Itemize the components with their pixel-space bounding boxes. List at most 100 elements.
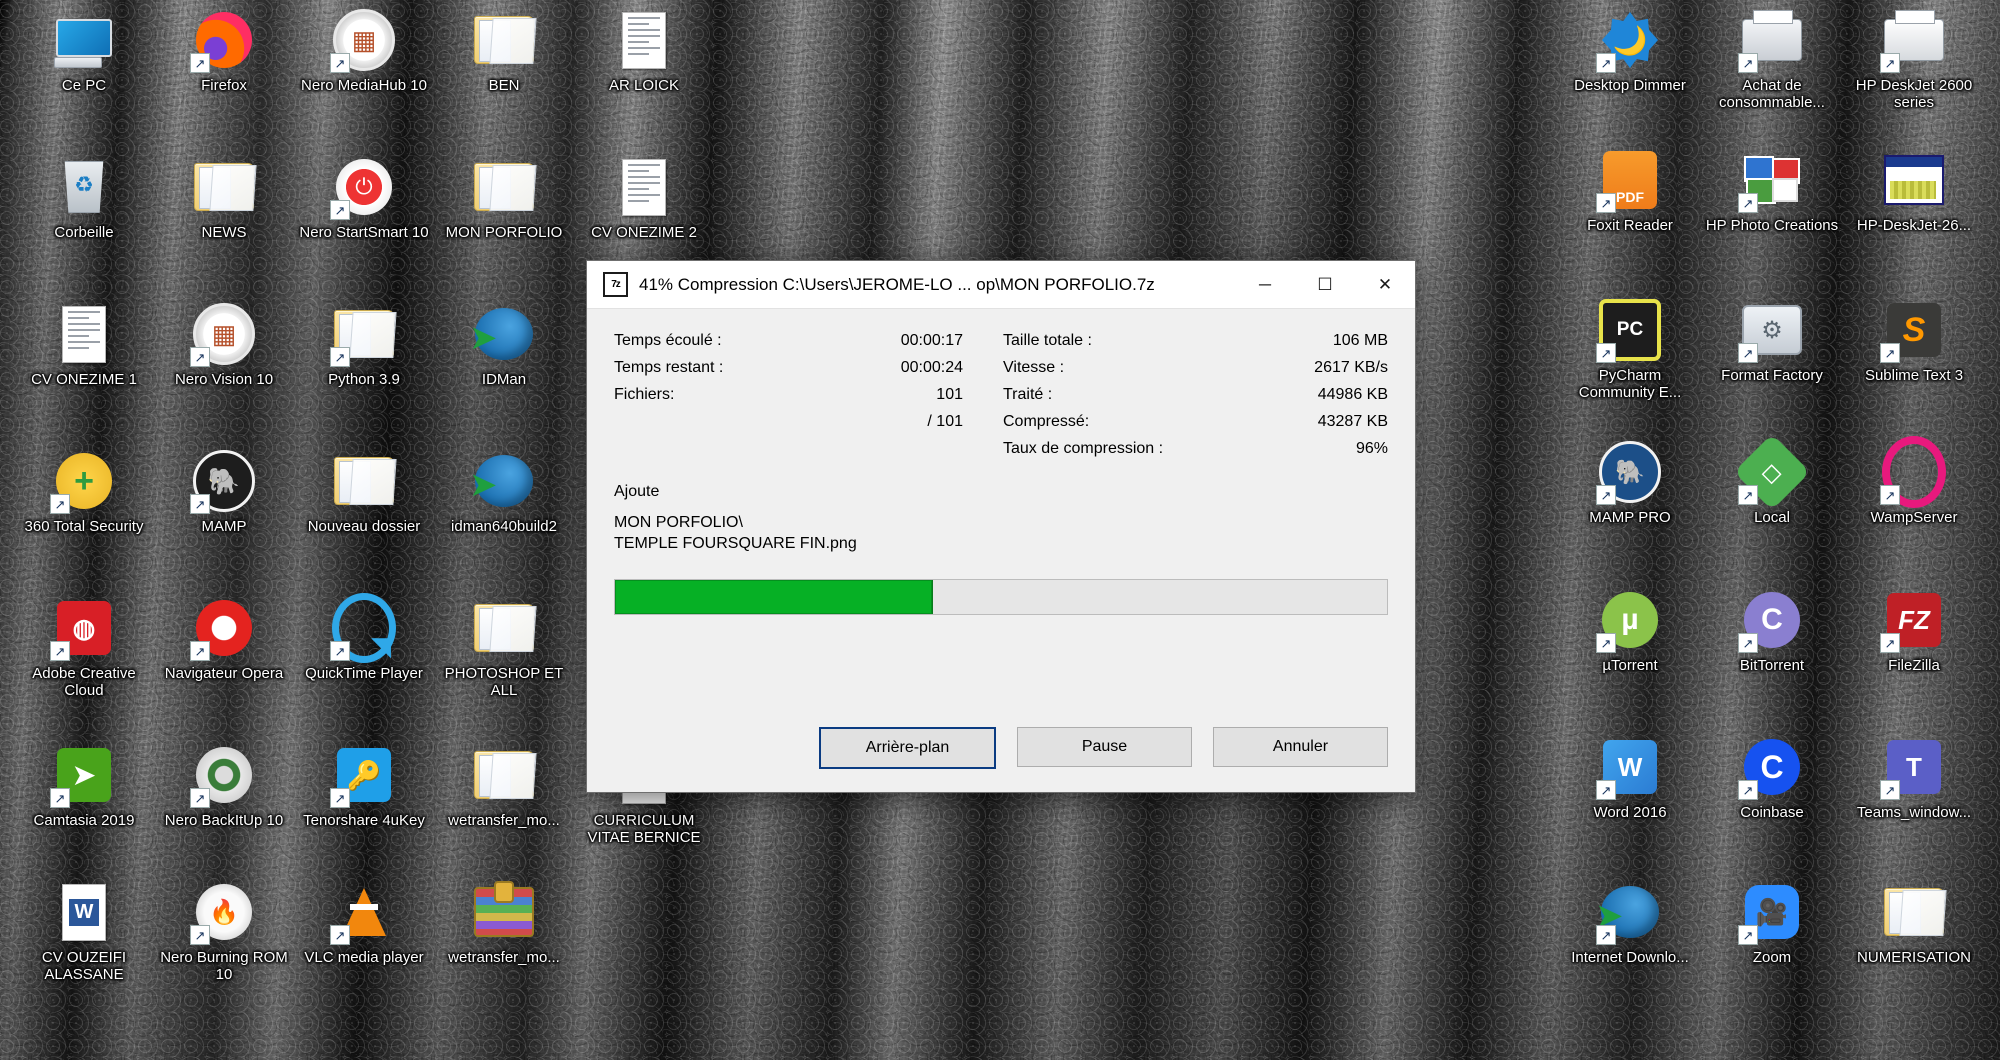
- desktop-icon[interactable]: T ↗ Teams_window...: [1844, 735, 1984, 822]
- sublime-icon: S ↗: [1880, 298, 1946, 363]
- word-doc-icon: W: [52, 880, 116, 944]
- desktop-icon[interactable]: Nouveau dossier: [294, 449, 434, 536]
- cancel-button[interactable]: Annuler: [1213, 727, 1388, 767]
- dialog-titlebar[interactable]: 7z 41% Compression C:\Users\JEROME-LO ..…: [587, 261, 1415, 309]
- desktop-icon[interactable]: PC ↗ PyCharm Community E...: [1560, 298, 1700, 402]
- desktop-icon[interactable]: NEWS: [154, 155, 294, 242]
- desktop-icon[interactable]: wetransfer_mo...: [434, 880, 574, 967]
- background-button[interactable]: Arrière-plan: [819, 727, 996, 769]
- desktop-icon[interactable]: AR LOICK: [574, 8, 714, 95]
- shortcut-arrow-icon: ↗: [330, 641, 350, 661]
- desktop-icon[interactable]: ↗ Achat de consommable...: [1702, 8, 1842, 112]
- desktop-icon-label: HP-DeskJet-26...: [1856, 217, 1972, 234]
- desktop-icon[interactable]: µ ↗ µTorrent: [1560, 588, 1700, 675]
- stat-label-compressed: Compressé:: [1003, 412, 1090, 430]
- pause-button[interactable]: Pause: [1017, 727, 1192, 767]
- minimize-button[interactable]: ─: [1235, 262, 1295, 308]
- desktop-icon[interactable]: 🐘 ↗ MAMP PRO: [1560, 440, 1700, 527]
- desktop-icon[interactable]: PDF ↗ Foxit Reader: [1560, 148, 1700, 235]
- desktop-icon[interactable]: Corbeille: [14, 155, 154, 242]
- mamp-pro-icon: 🐘 ↗: [1596, 440, 1662, 505]
- utorrent-icon: µ ↗: [1596, 588, 1662, 653]
- desktop-icon[interactable]: ➤ ↗ Internet Downlo...: [1560, 880, 1700, 967]
- stat-value-compressed: 43287 KB: [1317, 412, 1388, 430]
- desktop-icon[interactable]: MON PORFOLIO: [434, 155, 574, 242]
- shortcut-arrow-icon: ↗: [1738, 485, 1758, 505]
- desktop-icon[interactable]: ◥ ↗ QuickTime Player: [294, 593, 434, 683]
- desktop-icon[interactable]: ↗ Python 3.9: [294, 302, 434, 389]
- desktop-icon[interactable]: wetransfer_mo...: [434, 743, 574, 830]
- desktop-icon[interactable]: ➤ IDMan: [434, 302, 574, 389]
- shortcut-arrow-icon: ↗: [330, 788, 350, 808]
- desktop-icon-label: PyCharm Community E...: [1578, 367, 1682, 401]
- desktop-icon[interactable]: S ↗ Sublime Text 3: [1844, 298, 1984, 385]
- desktop-icon[interactable]: Ce PC: [14, 8, 154, 95]
- desktop-icon[interactable]: ↗ Navigateur Opera: [154, 596, 294, 683]
- maximize-button[interactable]: ☐: [1295, 262, 1355, 308]
- stat-label-total-size: Taille totale :: [1003, 331, 1092, 349]
- desktop-icon[interactable]: ↗ VLC media player: [294, 880, 434, 967]
- desktop-icon[interactable]: ⏻ ↗ Nero StartSmart 10: [294, 155, 434, 242]
- desktop-icon[interactable]: ↗ HP DeskJet 2600 series: [1844, 8, 1984, 112]
- stat-row: Taux de compression : 96%: [1001, 435, 1388, 462]
- stat-value-files-done: 101: [936, 385, 963, 403]
- desktop-icon[interactable]: W ↗ Word 2016: [1560, 735, 1700, 822]
- desktop-icon[interactable]: CV ONEZIME 1: [14, 302, 154, 389]
- teams-icon: T ↗: [1880, 735, 1946, 800]
- desktop-icon[interactable]: ➤ idman640build2: [434, 449, 574, 536]
- desktop-icon-label: Nouveau dossier: [307, 518, 421, 535]
- progress-bar: [614, 578, 1388, 615]
- shortcut-arrow-icon: ↗: [1596, 343, 1616, 363]
- desktop-icon[interactable]: CV ONEZIME 2: [574, 155, 714, 242]
- desktop-icon[interactable]: FZ ↗ FileZilla: [1844, 588, 1984, 675]
- folder-icon: [472, 743, 536, 807]
- close-button[interactable]: ✕: [1355, 262, 1415, 308]
- desktop-icon[interactable]: ▦ ↗ Nero Vision 10: [154, 302, 294, 389]
- desktop-icon-label: HP DeskJet 2600 series: [1855, 77, 1973, 111]
- desktop-icon[interactable]: C ↗ BitTorrent: [1702, 588, 1842, 675]
- desktop-icon[interactable]: 🔥 ↗ Nero Burning ROM 10: [154, 880, 294, 984]
- desktop-icon[interactable]: ◍ ↗ Adobe Creative Cloud: [14, 596, 154, 700]
- desktop-icon[interactable]: + ↗ 360 Total Security: [14, 449, 154, 536]
- shortcut-arrow-icon: ↗: [190, 494, 210, 514]
- desktop-icon[interactable]: 🔑 ↗ Tenorshare 4uKey: [294, 743, 434, 830]
- desktop-icon[interactable]: ↗ Firefox: [154, 8, 294, 95]
- shortcut-arrow-icon: ↗: [1738, 780, 1758, 800]
- shortcut-arrow-icon: ↗: [1880, 780, 1900, 800]
- desktop-icon-label: Ce PC: [61, 77, 107, 94]
- shortcut-arrow-icon: ↗: [1596, 925, 1616, 945]
- desktop-icon[interactable]: HP-DeskJet-26...: [1844, 148, 1984, 235]
- stat-row: Traité : 44986 KB: [1001, 381, 1388, 408]
- desktop-icon[interactable]: ↗ HP Photo Creations: [1702, 148, 1842, 235]
- desktop-icon-label: VLC media player: [304, 949, 424, 966]
- desktop-icon-label: HP Photo Creations: [1705, 217, 1839, 234]
- desktop-icon-label: Teams_window...: [1856, 804, 1972, 821]
- desktop-icon[interactable]: ⚙ ↗ Format Factory: [1702, 298, 1842, 385]
- dialog-title: 41% Compression C:\Users\JEROME-LO ... o…: [639, 274, 1155, 294]
- desktop-icon[interactable]: PHOTOSHOP ET ALL: [434, 596, 574, 700]
- desktop-icon[interactable]: ◇ ↗ Local: [1702, 433, 1842, 527]
- local-icon: ◇ ↗: [1733, 433, 1811, 511]
- desktop-icon-label: IDMan: [481, 371, 527, 388]
- desktop-icon-label: Zoom: [1752, 949, 1792, 966]
- desktop-icon[interactable]: ➤ ↗ Camtasia 2019: [14, 743, 154, 830]
- desktop-icon-label: Local: [1754, 509, 1790, 526]
- folder-icon: [1882, 880, 1946, 944]
- 7zip-progress-dialog[interactable]: 7z 41% Compression C:\Users\JEROME-LO ..…: [586, 260, 1416, 793]
- desktop-icon[interactable]: C ↗ Coinbase: [1702, 735, 1842, 822]
- stat-label-elapsed-time: Temps écoulé :: [614, 331, 722, 349]
- desktop-icon[interactable]: 🌙 ↗ Desktop Dimmer: [1560, 8, 1700, 95]
- shortcut-arrow-icon: ↗: [1596, 53, 1616, 73]
- desktop-icon[interactable]: ▦ ↗ Nero MediaHub 10: [294, 8, 434, 95]
- stat-row: / 101: [614, 408, 1001, 435]
- desktop-icon[interactable]: 🐘 ↗ MAMP: [154, 449, 294, 536]
- monitor-icon: [52, 8, 116, 72]
- desktop-icon[interactable]: BEN: [434, 8, 574, 95]
- desktop-icon[interactable]: 🎥 ↗ Zoom: [1702, 880, 1842, 967]
- desktop-icon[interactable]: NUMERISATION: [1844, 880, 1984, 967]
- desktop-icon[interactable]: W CV OUZEIFI ALASSANE: [14, 880, 154, 984]
- winrar-icon: [472, 880, 536, 944]
- desktop-icon-label: Corbeille: [54, 224, 114, 241]
- desktop-icon[interactable]: ↗ Nero BackItUp 10: [154, 743, 294, 830]
- desktop-icon[interactable]: ↗ WampServer: [1844, 436, 1984, 527]
